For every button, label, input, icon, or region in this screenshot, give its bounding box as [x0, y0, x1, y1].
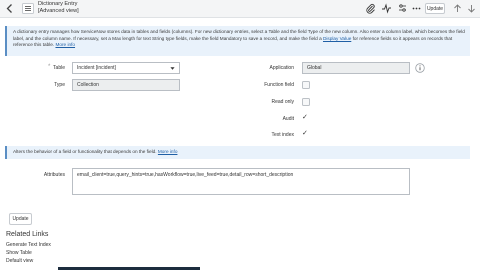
form-view-name: [Advanced view]: [38, 8, 79, 14]
form-title: Dictionary Entry: [38, 1, 78, 7]
related-link-default-view[interactable]: Default view: [6, 258, 33, 264]
table-select-value: Incident [incident]: [77, 65, 116, 71]
related-link-generate-text-index[interactable]: Generate Text Index: [6, 242, 51, 248]
display-value-link[interactable]: Display Value: [323, 36, 351, 41]
read-only-checkbox[interactable]: [302, 98, 310, 106]
type-label: Type: [54, 82, 65, 88]
more-options-icon[interactable]: [411, 3, 422, 14]
function-field-label: Function field: [264, 82, 294, 88]
previous-record-icon[interactable]: [452, 3, 463, 14]
more-info-link[interactable]: More info: [55, 42, 75, 47]
info-message-attributes: Alters the behavior of a field or functi…: [5, 146, 470, 159]
type-field[interactable]: Collection: [72, 79, 180, 91]
application-field[interactable]: Global: [302, 62, 410, 74]
attributes-textarea[interactable]: email_client=true,query_hints=true,hasWo…: [72, 168, 410, 195]
text-index-label: Text index: [271, 132, 294, 138]
info-message-dictionary: A dictionary entry manages how ServiceNo…: [5, 26, 470, 56]
hamburger-menu-icon[interactable]: [22, 3, 34, 14]
back-arrow-icon[interactable]: [4, 3, 16, 14]
next-record-icon[interactable]: [466, 3, 477, 14]
form-header: Dictionary Entry [Advanced view] Update: [0, 0, 480, 18]
settings-sliders-icon[interactable]: [397, 3, 408, 14]
application-label: Application: [269, 65, 294, 71]
activity-icon[interactable]: [381, 3, 392, 14]
audit-checkbox[interactable]: ✓: [302, 114, 308, 122]
function-field-checkbox[interactable]: [302, 81, 310, 89]
table-select[interactable]: Incident [incident]: [72, 62, 180, 74]
update-button-top[interactable]: Update: [425, 3, 445, 14]
audit-label: Audit: [282, 116, 294, 122]
read-only-label: Read only: [271, 99, 294, 105]
update-button[interactable]: Update: [9, 213, 32, 225]
attachment-icon[interactable]: [365, 3, 376, 14]
text-index-checkbox[interactable]: ✓: [302, 130, 308, 138]
attributes-label: Attributes: [43, 172, 65, 178]
related-link-show-table[interactable]: Show Table: [6, 250, 32, 256]
related-links-title: Related Links: [6, 231, 49, 238]
info-icon[interactable]: [415, 63, 425, 73]
dropdown-caret-icon: [170, 67, 175, 70]
more-info-link-attributes[interactable]: More info: [158, 149, 178, 154]
table-label: Table: [53, 65, 65, 71]
info-text-attributes: Alters the behavior of a field or functi…: [13, 149, 157, 154]
